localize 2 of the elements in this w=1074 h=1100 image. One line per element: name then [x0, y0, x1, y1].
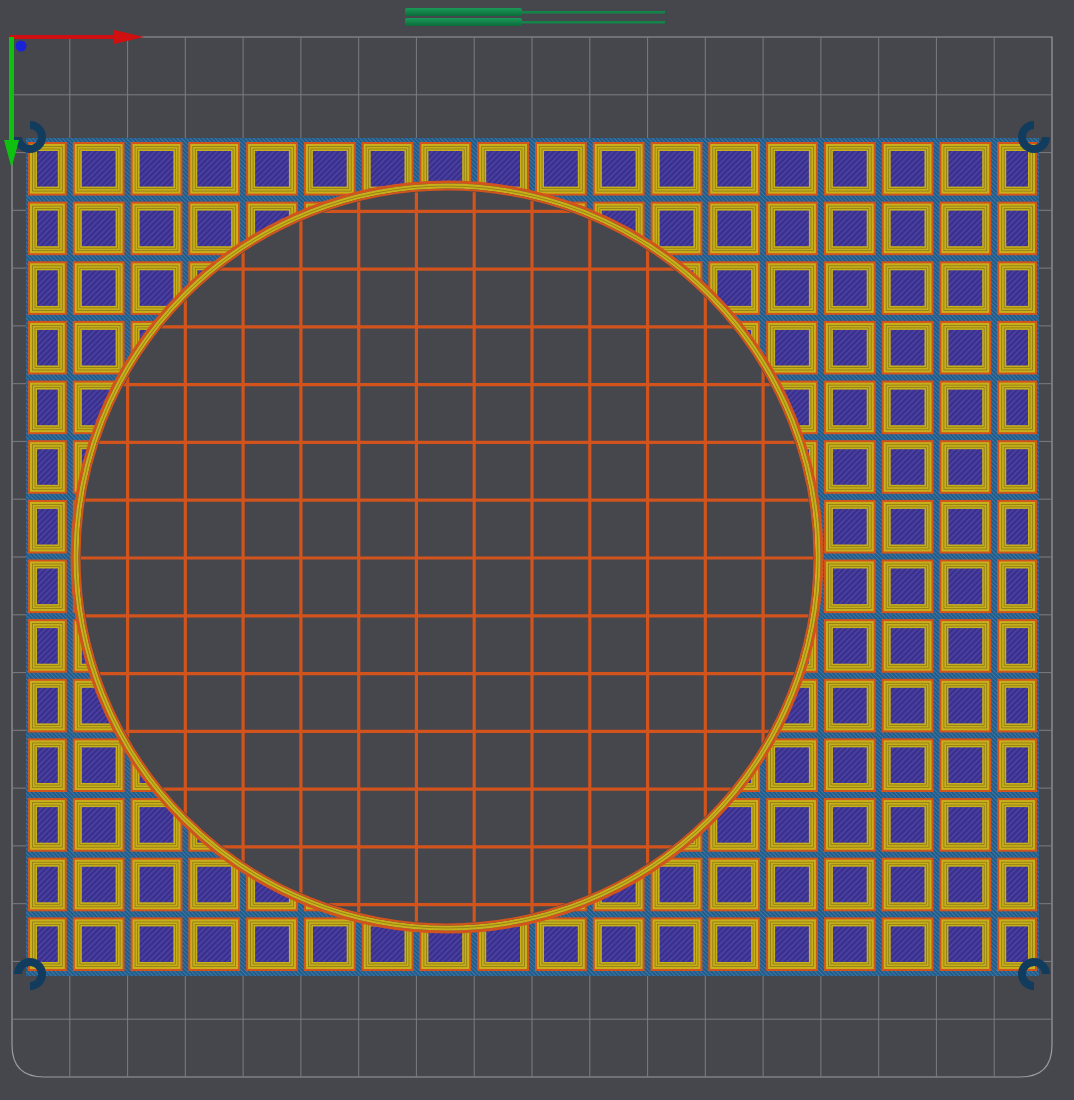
horizontal-slider[interactable]: [405, 8, 665, 26]
origin-dot: [15, 40, 27, 52]
